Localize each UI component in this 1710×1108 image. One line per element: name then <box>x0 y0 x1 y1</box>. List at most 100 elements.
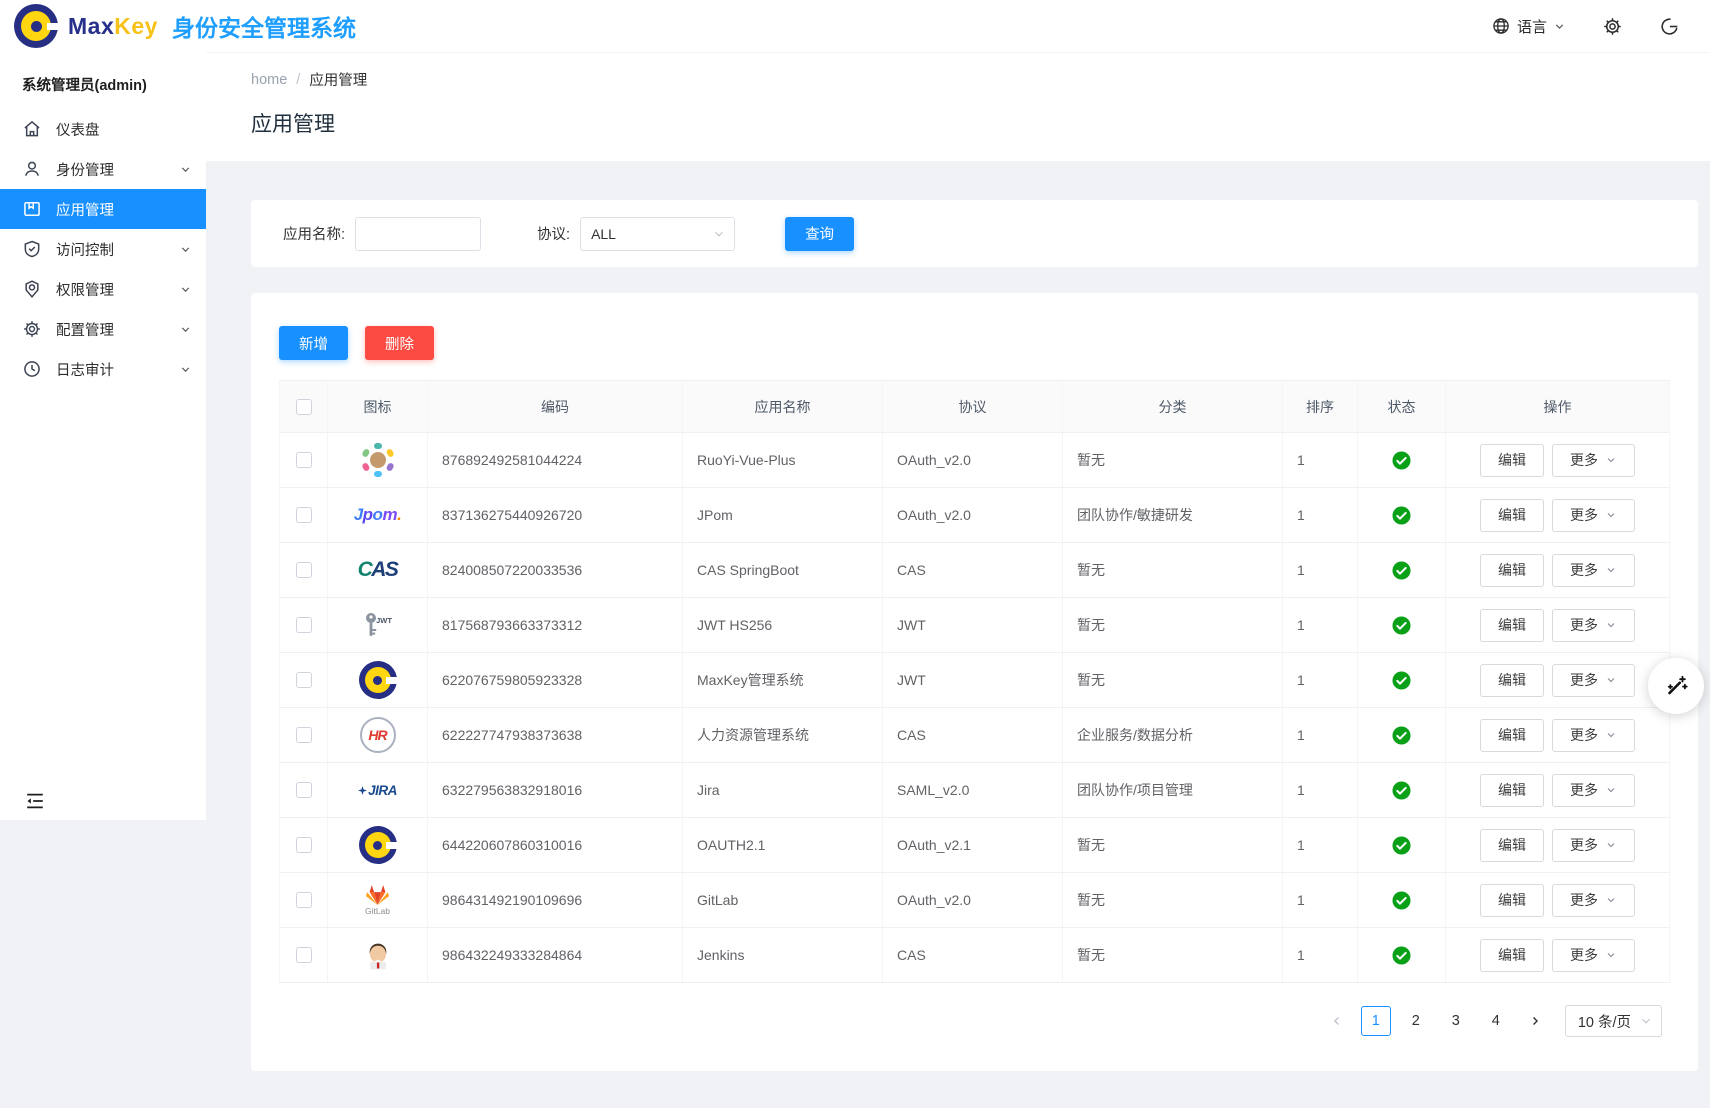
next-page-button[interactable] <box>1521 1007 1549 1035</box>
col-category: 分类 <box>1063 381 1283 433</box>
row-checkbox[interactable] <box>296 562 312 578</box>
chevron-down-icon <box>1605 839 1617 851</box>
edit-button[interactable]: 编辑 <box>1480 939 1544 972</box>
app-protocol: SAML_v2.0 <box>883 763 1063 817</box>
app-code: 986432249333284864 <box>428 928 683 982</box>
more-button[interactable]: 更多 <box>1552 444 1635 477</box>
page-button-1[interactable]: 1 <box>1361 1006 1391 1036</box>
app-code: 876892492581044224 <box>428 433 683 487</box>
jira-app-icon: JIRA <box>358 783 397 798</box>
row-checkbox[interactable] <box>296 452 312 468</box>
more-button[interactable]: 更多 <box>1552 939 1635 972</box>
edit-button[interactable]: 编辑 <box>1480 554 1544 587</box>
more-button[interactable]: 更多 <box>1552 664 1635 697</box>
more-button[interactable]: 更多 <box>1552 609 1635 642</box>
more-button[interactable]: 更多 <box>1552 554 1635 587</box>
app-protocol: OAuth_v2.1 <box>883 818 1063 872</box>
pagination: 1234 10 条/页 <box>279 1005 1670 1037</box>
table-row: 622076759805923328 MaxKey管理系统 JWT 暂无 1 编… <box>280 653 1670 708</box>
table-card: 新增 删除 图标 编码 应用名称 协议 分类 排序 状态 操作 87689249… <box>251 293 1698 1071</box>
gitlab-app-icon: GitLab <box>364 884 391 916</box>
col-actions: 操作 <box>1446 381 1670 433</box>
app-sort: 1 <box>1283 708 1358 762</box>
settings-gear-icon[interactable] <box>1602 16 1623 37</box>
edit-button[interactable]: 编辑 <box>1480 609 1544 642</box>
sidebar-item-apps[interactable]: 应用管理 <box>0 189 206 229</box>
select-all-checkbox[interactable] <box>296 399 312 415</box>
row-checkbox[interactable] <box>296 782 312 798</box>
sidebar-item-config[interactable]: 配置管理 <box>0 309 206 349</box>
row-checkbox[interactable] <box>296 672 312 688</box>
sidebar-item-identity[interactable]: 身份管理 <box>0 149 206 189</box>
sidebar-item-audit[interactable]: 日志审计 <box>0 349 206 389</box>
edit-button[interactable]: 编辑 <box>1480 774 1544 807</box>
row-checkbox[interactable] <box>296 947 312 963</box>
logout-icon[interactable] <box>1659 16 1680 37</box>
sidebar-item-access[interactable]: 访问控制 <box>0 229 206 269</box>
edit-button[interactable]: 编辑 <box>1480 719 1544 752</box>
row-checkbox[interactable] <box>296 507 312 523</box>
app-icon <box>22 199 42 219</box>
app-protocol: OAuth_v2.0 <box>883 433 1063 487</box>
table-toolbar: 新增 删除 <box>279 326 1670 360</box>
edit-button[interactable]: 编辑 <box>1480 829 1544 862</box>
app-code: 817568793663373312 <box>428 598 683 652</box>
more-button[interactable]: 更多 <box>1552 719 1635 752</box>
chevron-down-icon <box>1605 564 1617 576</box>
breadcrumb-home[interactable]: home <box>251 72 287 88</box>
language-menu[interactable]: 语言 <box>1491 16 1566 37</box>
app-category: 暂无 <box>1063 873 1283 927</box>
app-name-filter-input[interactable] <box>355 217 481 251</box>
app-protocol: OAuth_v2.0 <box>883 488 1063 542</box>
app-code: 622227747938373638 <box>428 708 683 762</box>
row-checkbox[interactable] <box>296 727 312 743</box>
app-name: Jenkins <box>683 928 883 982</box>
edit-button[interactable]: 编辑 <box>1480 499 1544 532</box>
sidebar-item-dashboard[interactable]: 仪表盘 <box>0 109 206 149</box>
app-name: RuoYi-Vue-Plus <box>683 433 883 487</box>
search-button[interactable]: 查询 <box>785 217 854 251</box>
edit-button[interactable]: 编辑 <box>1480 664 1544 697</box>
collapse-sidebar-icon[interactable] <box>24 790 48 814</box>
page-button-3[interactable]: 3 <box>1441 1006 1471 1036</box>
main-content: home / 应用管理 应用管理 应用名称: 协议: ALL 查询 新增 删除 … <box>206 52 1710 1108</box>
more-button[interactable]: 更多 <box>1552 829 1635 862</box>
app-name: Jira <box>683 763 883 817</box>
top-bar: MaxKey 身份安全管理系统 语言 <box>0 0 1710 52</box>
brand: MaxKey 身份安全管理系统 <box>14 4 356 48</box>
app-code: 622076759805923328 <box>428 653 683 707</box>
more-button[interactable]: 更多 <box>1552 884 1635 917</box>
row-checkbox[interactable] <box>296 892 312 908</box>
prev-page-button[interactable] <box>1323 1007 1351 1035</box>
protocol-select[interactable]: ALL <box>580 217 735 251</box>
sidebar-item-permission[interactable]: 权限管理 <box>0 269 206 309</box>
row-checkbox[interactable] <box>296 617 312 633</box>
app-name: OAUTH2.1 <box>683 818 883 872</box>
chevron-down-icon <box>1605 509 1617 521</box>
current-user: 系统管理员(admin) <box>0 52 206 109</box>
delete-button[interactable]: 删除 <box>365 326 434 360</box>
breadcrumb-current: 应用管理 <box>309 69 367 90</box>
edit-button[interactable]: 编辑 <box>1480 884 1544 917</box>
app-category: 暂无 <box>1063 433 1283 487</box>
more-button[interactable]: 更多 <box>1552 774 1635 807</box>
row-checkbox[interactable] <box>296 837 312 853</box>
page-button-2[interactable]: 2 <box>1401 1006 1431 1036</box>
chevron-down-icon <box>1639 1014 1653 1028</box>
edit-button[interactable]: 编辑 <box>1480 444 1544 477</box>
add-button[interactable]: 新增 <box>279 326 348 360</box>
table-body: 876892492581044224 RuoYi-Vue-Plus OAuth_… <box>280 433 1670 983</box>
chevron-down-icon <box>179 163 192 176</box>
app-category: 暂无 <box>1063 598 1283 652</box>
app-sort: 1 <box>1283 433 1358 487</box>
page-button-4[interactable]: 4 <box>1481 1006 1511 1036</box>
jenkins-app-icon <box>365 941 391 970</box>
page-size-select[interactable]: 10 条/页 <box>1565 1005 1662 1037</box>
col-sort: 排序 <box>1283 381 1358 433</box>
app-name: MaxKey管理系统 <box>683 653 883 707</box>
app-category: 暂无 <box>1063 653 1283 707</box>
magic-wand-button[interactable] <box>1648 658 1704 714</box>
more-button[interactable]: 更多 <box>1552 499 1635 532</box>
col-status: 状态 <box>1358 381 1446 433</box>
chevron-down-icon <box>712 227 726 241</box>
